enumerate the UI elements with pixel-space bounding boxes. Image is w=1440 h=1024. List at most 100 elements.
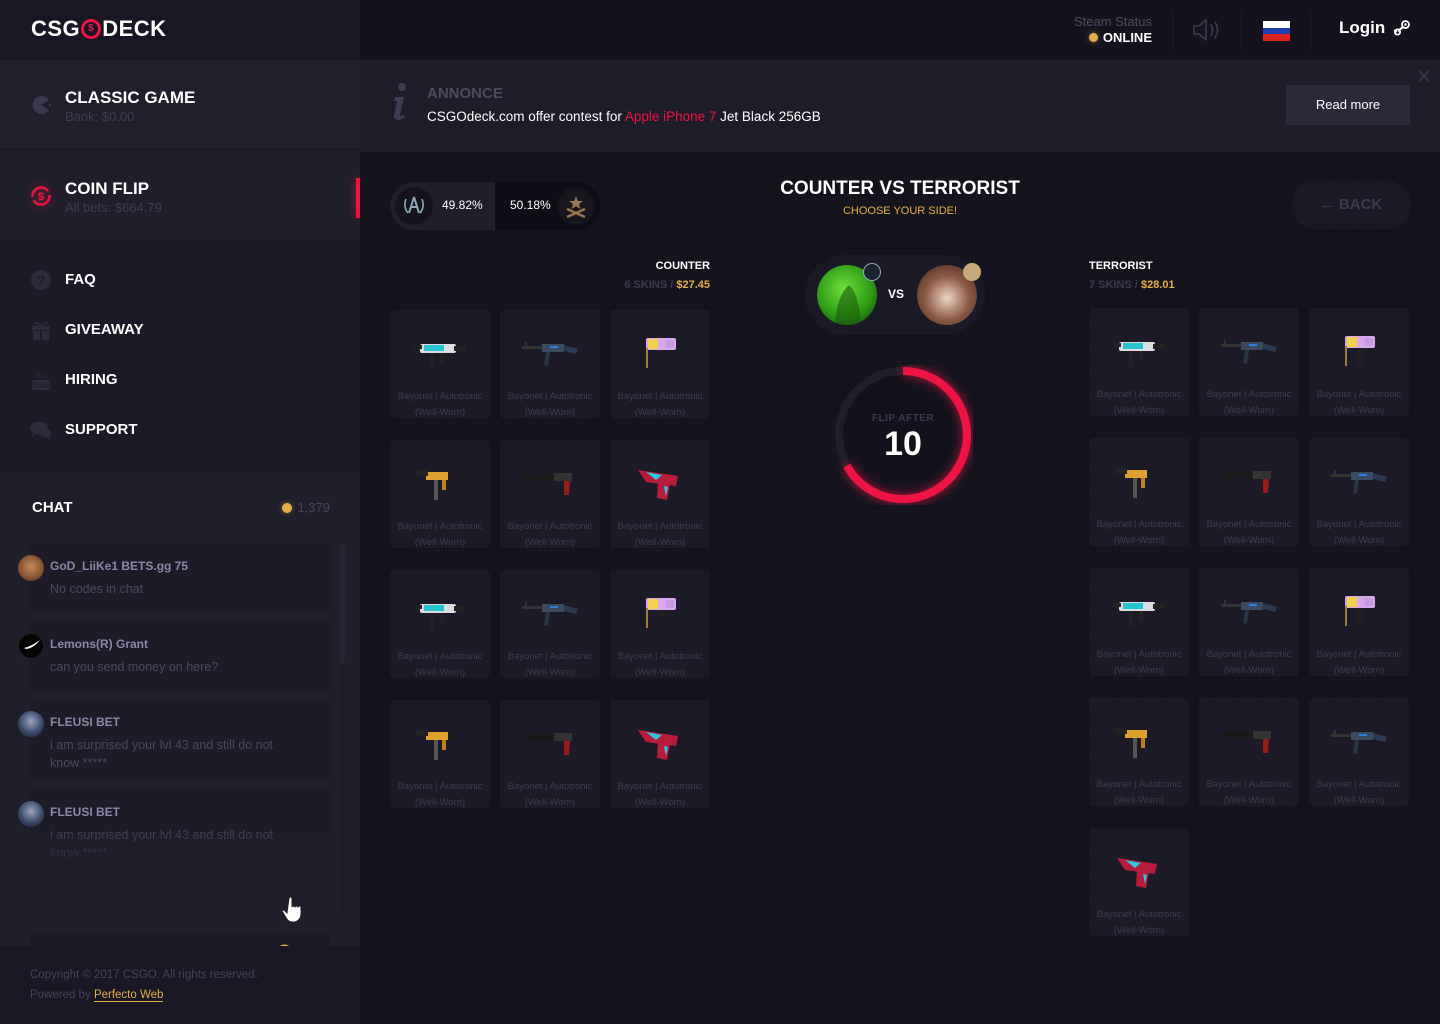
counter-skins-info: 6 SKINS / $27.45 bbox=[624, 279, 710, 291]
coin-flip-icon: $ bbox=[31, 186, 51, 206]
weapon-usp-icon bbox=[524, 473, 572, 495]
counter-badge-icon bbox=[863, 263, 881, 281]
youtube-icon: You Tube bbox=[32, 371, 51, 390]
skin-name: Bayonet | Autotronic (Well-Worn) bbox=[1206, 519, 1292, 546]
game-subtitle: Bank: $0.00 bbox=[65, 109, 135, 124]
chat-message-list[interactable]: GoD_LiiKe1 BETS.gg 75 No codes in chat L… bbox=[0, 544, 360, 868]
counter-total: $27.45 bbox=[676, 279, 710, 291]
skin-card[interactable]: Bayonet | Autotronic (Well-Worn) bbox=[500, 310, 600, 418]
game-title: COUNTER VS TERRORIST bbox=[780, 178, 1020, 199]
header-divider bbox=[1172, 10, 1173, 50]
close-icon[interactable] bbox=[1418, 70, 1430, 82]
counter-skins-grid: Bayonet | Autotronic (Well-Worn) Bayonet |… bbox=[390, 310, 710, 830]
skin-card[interactable]: Bayonet | Autotronic (Well-Worn) bbox=[500, 440, 600, 548]
skin-card[interactable]: Bayonet | Autotronic (Well-Worn) bbox=[500, 700, 600, 808]
skin-card[interactable]: Bayonet | Autotronic (Well-Worn) bbox=[610, 700, 710, 808]
players-versus: VS bbox=[805, 255, 985, 335]
avatar[interactable] bbox=[18, 555, 44, 581]
steam-status: Steam Status ONLINE bbox=[1074, 14, 1152, 45]
weapon-ak-icon bbox=[522, 342, 578, 366]
read-more-button[interactable]: Read more bbox=[1286, 85, 1410, 125]
skin-name: Bayonet | Autotronic (Well-Worn) bbox=[1316, 779, 1402, 806]
game-subtitle[interactable]: CHOOSE YOUR SIDE! bbox=[700, 205, 1100, 217]
weapon-usp-icon bbox=[1223, 471, 1271, 493]
skin-name: Bayonet | Autotronic (Well-Worn) bbox=[617, 781, 703, 808]
nav-label: FAQ bbox=[65, 271, 96, 288]
main-content: ANNONCE CSGOdeck.com offer contest for A… bbox=[360, 60, 1440, 1024]
skin-name: Bayonet | Autotronic (Well-Worn) bbox=[507, 391, 593, 418]
logo-text-right: DECK bbox=[102, 16, 167, 41]
message-text: No codes in chat bbox=[50, 582, 144, 596]
skin-card[interactable]: Bayonet | Autotronic (Well-Worn) bbox=[1199, 698, 1299, 806]
skin-card[interactable]: Bayonet | Autotronic (Well-Worn) bbox=[1089, 438, 1189, 546]
weapon-ump-icon bbox=[414, 344, 466, 369]
message-author[interactable]: GoD_LiiKe1 BETS.gg 75 bbox=[50, 559, 188, 573]
skin-card[interactable]: Bayonet | Autotronic (Well-Worn) bbox=[1199, 568, 1299, 676]
counter-chance: 49.82% bbox=[442, 198, 483, 212]
skin-name: Bayonet | Autotronic (Well-Worn) bbox=[1096, 389, 1182, 416]
counter-terrorist-icon bbox=[395, 187, 433, 225]
skin-card[interactable]: Bayonet | Autotronic (Well-Worn) bbox=[610, 440, 710, 548]
skin-card[interactable]: Bayonet | Autotronic (Well-Worn) bbox=[1309, 438, 1409, 546]
counter-heading: COUNTER 6 SKINS / $27.45 bbox=[610, 260, 710, 291]
chat-scrollbar-thumb[interactable] bbox=[340, 544, 345, 664]
side-chances: 49.82% 50.18% bbox=[390, 182, 600, 230]
skin-card[interactable]: Bayonet | Autotronic (Well-Worn) bbox=[1309, 568, 1409, 676]
weapon-ak-icon bbox=[1221, 340, 1277, 364]
avatar[interactable] bbox=[18, 711, 44, 737]
language-flag-ru[interactable] bbox=[1263, 21, 1290, 41]
skin-card[interactable]: Bayonet | Autotronic (Well-Worn) bbox=[390, 570, 490, 678]
announcement-title: ANNONCE bbox=[427, 85, 503, 102]
skin-card[interactable]: Bayonet | Autotronic (Well-Worn) bbox=[1309, 308, 1409, 416]
game-coin-flip[interactable]: $ COIN FLIP All bets: $664.79 bbox=[0, 151, 360, 241]
skin-card[interactable]: Bayonet | Autotronic (Well-Worn) bbox=[610, 570, 710, 678]
skin-card[interactable]: Bayonet | Autotronic (Well-Worn) bbox=[1199, 308, 1299, 416]
message-author[interactable]: FLEUSI BET bbox=[50, 715, 120, 729]
sidebar-item-faq[interactable]: ? FAQ bbox=[0, 260, 360, 300]
skin-card[interactable]: Bayonet | Autotronic (Well-Worn) bbox=[1089, 698, 1189, 806]
sidebar: CLASSIC GAME Bank: $0.00 $ COIN FLIP All… bbox=[0, 60, 360, 1024]
skin-name: Bayonet | Autotronic (Well-Worn) bbox=[397, 521, 483, 548]
skin-name: Bayonet | Autotronic (Well-Worn) bbox=[1206, 649, 1292, 676]
skin-card[interactable]: Bayonet | Autotronic (Well-Worn) bbox=[1089, 828, 1189, 936]
flip-timer: FLIP AFTER 10 bbox=[833, 365, 973, 505]
hand-cursor-icon bbox=[281, 896, 302, 923]
avatar[interactable] bbox=[18, 633, 44, 659]
sidebar-item-giveaway[interactable]: GIVEAWAY bbox=[0, 310, 360, 350]
back-button[interactable]: ← BACK bbox=[1291, 181, 1411, 229]
site-logo[interactable]: CSG $ DECK bbox=[31, 16, 167, 42]
weapon-tec-icon bbox=[1115, 728, 1147, 758]
skin-name: Bayonet | Autotronic (Well-Worn) bbox=[1206, 779, 1292, 806]
powered-by-link[interactable]: Perfecto Web bbox=[93, 989, 164, 1002]
skin-card[interactable]: Bayonet | Autotronic (Well-Worn) bbox=[1309, 698, 1409, 806]
svg-text:You: You bbox=[34, 371, 48, 380]
powered-by: Powered by Perfecto Web bbox=[30, 989, 164, 1002]
skin-card[interactable]: Bayonet | Autotronic (Well-Worn) bbox=[610, 310, 710, 418]
nav-label: GIVEAWAY bbox=[65, 321, 144, 338]
message-author[interactable]: Lemons(R) Grant bbox=[50, 637, 148, 651]
skin-card[interactable]: Bayonet | Autotronic (Well-Worn) bbox=[390, 310, 490, 418]
sidebar-item-hiring[interactable]: You Tube HIRING bbox=[0, 360, 360, 400]
message-text: can you send money on here? bbox=[50, 660, 219, 674]
skin-name: Bayonet | Autotronic (Well-Worn) bbox=[507, 521, 593, 548]
sound-toggle-button[interactable] bbox=[1190, 16, 1224, 44]
message-author[interactable]: FLEUSI BET bbox=[50, 805, 120, 819]
skin-card[interactable]: Bayonet | Autotronic (Well-Worn) bbox=[1199, 438, 1299, 546]
game-classic[interactable]: CLASSIC GAME Bank: $0.00 bbox=[0, 60, 360, 150]
skin-name: Bayonet | Autotronic (Well-Worn) bbox=[1096, 779, 1182, 806]
login-button[interactable]: Login bbox=[1339, 18, 1411, 38]
chat-message: Lemons(R) Grant can you send money on he… bbox=[18, 622, 330, 690]
skin-card[interactable]: Bayonet | Autotronic (Well-Worn) bbox=[500, 570, 600, 678]
weapon-mac-icon bbox=[1345, 596, 1375, 628]
skin-card[interactable]: Bayonet | Autotronic (Well-Worn) bbox=[390, 700, 490, 808]
skin-card[interactable]: Bayonet | Autotronic (Well-Worn) bbox=[1089, 308, 1189, 416]
weapon-usp-icon bbox=[524, 733, 572, 755]
vs-label: VS bbox=[888, 287, 905, 301]
skin-card[interactable]: Bayonet | Autotronic (Well-Worn) bbox=[1089, 568, 1189, 676]
sidebar-item-support[interactable]: SUPPORT bbox=[0, 410, 360, 450]
skin-name: Bayonet | Autotronic (Well-Worn) bbox=[397, 651, 483, 678]
skin-card[interactable]: Bayonet | Autotronic (Well-Worn) bbox=[390, 440, 490, 548]
announcement-highlight[interactable]: Apple iPhone 7 bbox=[625, 109, 717, 124]
weapon-tec-icon bbox=[416, 730, 448, 760]
game-title: COIN FLIP bbox=[65, 179, 150, 198]
